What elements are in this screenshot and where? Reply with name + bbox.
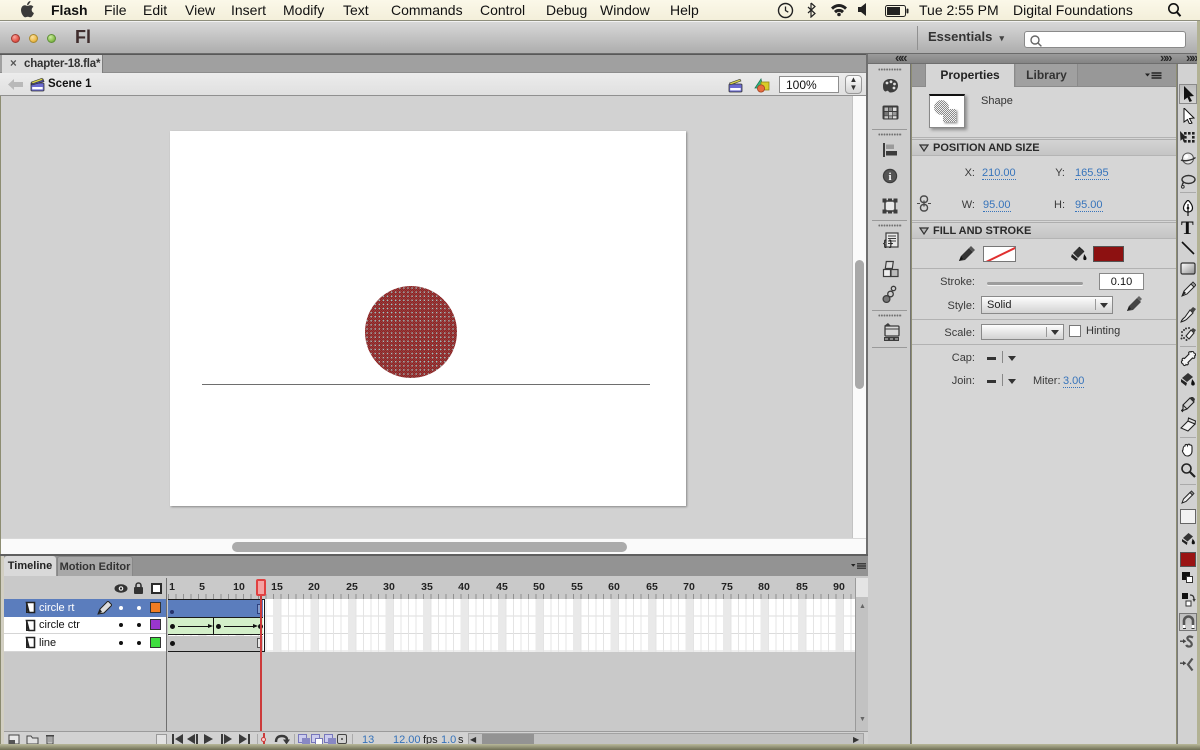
svg-text:i: i [888, 171, 891, 183]
svg-text:{ }: { } [883, 238, 893, 248]
